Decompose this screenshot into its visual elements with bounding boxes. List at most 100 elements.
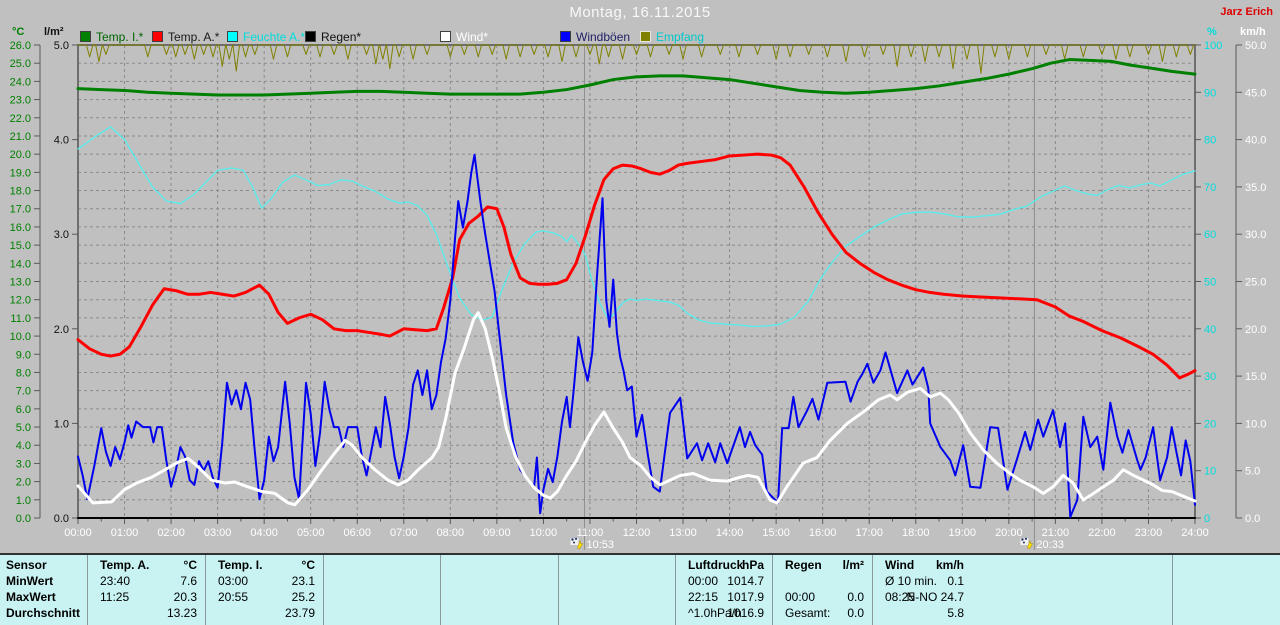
svg-text:20.0: 20.0 (1245, 324, 1266, 336)
svg-text:6.0: 6.0 (16, 404, 31, 416)
svg-text:3.0: 3.0 (54, 229, 69, 241)
svg-text:5.0: 5.0 (1245, 466, 1260, 478)
svg-text:7.0: 7.0 (16, 386, 31, 398)
svg-text:10:00: 10:00 (530, 527, 558, 539)
svg-text:2.0: 2.0 (54, 324, 69, 336)
svg-text:24:00: 24:00 (1181, 527, 1209, 539)
svg-text:1.0: 1.0 (54, 418, 69, 430)
svg-text:08:00: 08:00 (437, 527, 465, 539)
col-unit: km/h (935, 558, 964, 572)
cell-value: 1017.9 (727, 590, 764, 604)
svg-text:80: 80 (1204, 135, 1216, 147)
svg-text:25.0: 25.0 (10, 58, 31, 70)
svg-text:90: 90 (1204, 87, 1216, 99)
cell-value: 1016.9 (727, 606, 764, 620)
cell-value: 0.1 (947, 574, 964, 588)
cell-value: 0.0 (847, 590, 864, 604)
svg-text:17:00: 17:00 (855, 527, 883, 539)
svg-text:25.0: 25.0 (1245, 277, 1266, 289)
cell-value: 7.6 (180, 574, 197, 588)
svg-text:20:00: 20:00 (995, 527, 1023, 539)
svg-text:5.0: 5.0 (54, 40, 69, 52)
svg-text:12:00: 12:00 (623, 527, 651, 539)
svg-text:30: 30 (1204, 371, 1216, 383)
col-unit: l/m² (842, 558, 864, 572)
svg-text:0.0: 0.0 (16, 513, 31, 525)
col-unit: °C (301, 558, 315, 572)
row-label: Sensor (6, 558, 47, 572)
table-column-divider (87, 555, 88, 625)
svg-text:03:00: 03:00 (204, 527, 232, 539)
svg-text:20:33: 20:33 (1036, 539, 1064, 551)
svg-text:05:00: 05:00 (297, 527, 325, 539)
svg-text:10: 10 (1204, 466, 1216, 478)
svg-text:26.0: 26.0 (10, 40, 31, 52)
cell-value: 20.3 (173, 590, 197, 604)
svg-text:11.0: 11.0 (10, 313, 31, 325)
cell-value: N-NO 24.7 (906, 590, 964, 604)
row-label: MaxWert (6, 590, 56, 604)
weather-chart: 0.0 1.0 2.0 3.0 4.0 5.0 6.0 7.0 8.0 9.0 10.0 11.0 12… (10, 40, 1267, 551)
cell-value: 5.8 (947, 606, 964, 620)
svg-text:1.0: 1.0 (16, 495, 31, 507)
svg-text:4.0: 4.0 (54, 135, 69, 147)
svg-text:0.0: 0.0 (1245, 513, 1260, 525)
svg-text:2.0: 2.0 (16, 477, 31, 489)
svg-text:21.0: 21.0 (10, 131, 31, 143)
table-column-divider (558, 555, 559, 625)
col-unit: hPa (741, 558, 764, 572)
svg-text:14.0: 14.0 (10, 258, 31, 270)
svg-text:15:00: 15:00 (762, 527, 790, 539)
cell-value: 13.23 (166, 606, 197, 620)
svg-text:8.0: 8.0 (16, 367, 31, 379)
svg-text:50.0: 50.0 (1245, 40, 1266, 52)
table-column-divider (440, 555, 441, 625)
svg-text:16:00: 16:00 (809, 527, 837, 539)
svg-text:17.0: 17.0 (10, 204, 31, 216)
cell-value: 23.79 (284, 606, 315, 620)
svg-text:22.0: 22.0 (10, 113, 31, 125)
svg-text:23.0: 23.0 (10, 95, 31, 107)
svg-text:02:00: 02:00 (157, 527, 185, 539)
svg-text:100: 100 (1204, 40, 1222, 52)
cell-value: 1014.7 (727, 574, 764, 588)
svg-text:45.0: 45.0 (1245, 87, 1266, 99)
stats-table: Sensor MinWert MaxWert Durchschnitt Temp. A.… (0, 553, 1280, 625)
col-unit: °C (183, 558, 197, 572)
svg-text:60: 60 (1204, 229, 1216, 241)
svg-text:19:00: 19:00 (949, 527, 977, 539)
svg-text:40: 40 (1204, 324, 1216, 336)
svg-text:13.0: 13.0 (10, 277, 31, 289)
svg-text:21:00: 21:00 (1042, 527, 1070, 539)
svg-text:0: 0 (1204, 513, 1210, 525)
svg-text:20.0: 20.0 (10, 149, 31, 161)
svg-text:18:00: 18:00 (902, 527, 930, 539)
svg-text:11:00: 11:00 (577, 527, 604, 539)
table-column-divider (675, 555, 676, 625)
svg-text:13:00: 13:00 (669, 527, 697, 539)
svg-text:5.0: 5.0 (16, 422, 31, 434)
table-column-divider (1172, 555, 1173, 625)
svg-text:70: 70 (1204, 182, 1216, 194)
svg-text:40.0: 40.0 (1245, 135, 1266, 147)
svg-text:9.0: 9.0 (16, 349, 31, 361)
svg-text:50: 50 (1204, 277, 1216, 289)
svg-text:14:00: 14:00 (716, 527, 744, 539)
row-label: Durchschnitt (6, 606, 81, 620)
svg-text:00:00: 00:00 (64, 527, 92, 539)
svg-text:19.0: 19.0 (10, 167, 31, 179)
cell-value: 0.0 (847, 606, 864, 620)
svg-text:4.0: 4.0 (16, 440, 31, 452)
svg-text:15.0: 15.0 (10, 240, 31, 252)
svg-text:12.0: 12.0 (10, 295, 31, 307)
svg-text:10.0: 10.0 (1245, 418, 1266, 430)
svg-text:35.0: 35.0 (1245, 182, 1266, 194)
svg-text:23:00: 23:00 (1135, 527, 1163, 539)
svg-text:18.0: 18.0 (10, 186, 31, 198)
svg-text:30.0: 30.0 (1245, 229, 1266, 241)
svg-text:07:00: 07:00 (390, 527, 418, 539)
svg-text:16.0: 16.0 (10, 222, 31, 234)
weather-app-window: Montag, 16.11.2015 Jarz Erich °C l/m² % … (0, 0, 1280, 625)
svg-text:20: 20 (1204, 418, 1216, 430)
row-label: MinWert (6, 574, 54, 588)
